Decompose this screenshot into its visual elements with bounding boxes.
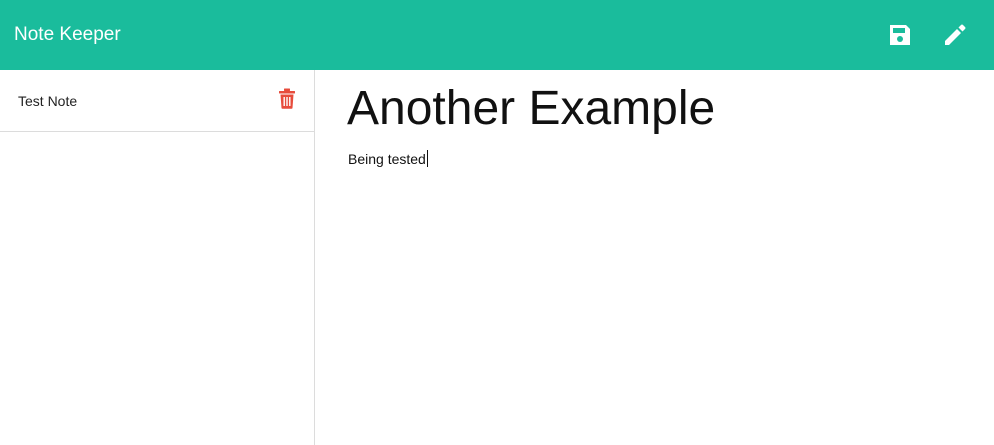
text-caret <box>426 150 428 167</box>
navbar: Note Keeper <box>0 0 994 70</box>
pencil-icon[interactable] <box>941 21 969 49</box>
note-title: Test Note <box>18 93 78 109</box>
notes-sidebar: Test Note <box>0 70 315 445</box>
note-list-item[interactable]: Test Note <box>0 70 314 132</box>
note-body-text: Being tested <box>348 151 426 167</box>
trash-icon[interactable] <box>278 88 296 109</box>
save-icon[interactable] <box>886 21 914 49</box>
note-editor: Another Example Being tested <box>316 70 994 445</box>
brand-title[interactable]: Note Keeper <box>14 23 121 47</box>
note-title-input[interactable]: Another Example <box>347 80 947 138</box>
note-body-textarea[interactable]: Being tested <box>348 150 948 168</box>
